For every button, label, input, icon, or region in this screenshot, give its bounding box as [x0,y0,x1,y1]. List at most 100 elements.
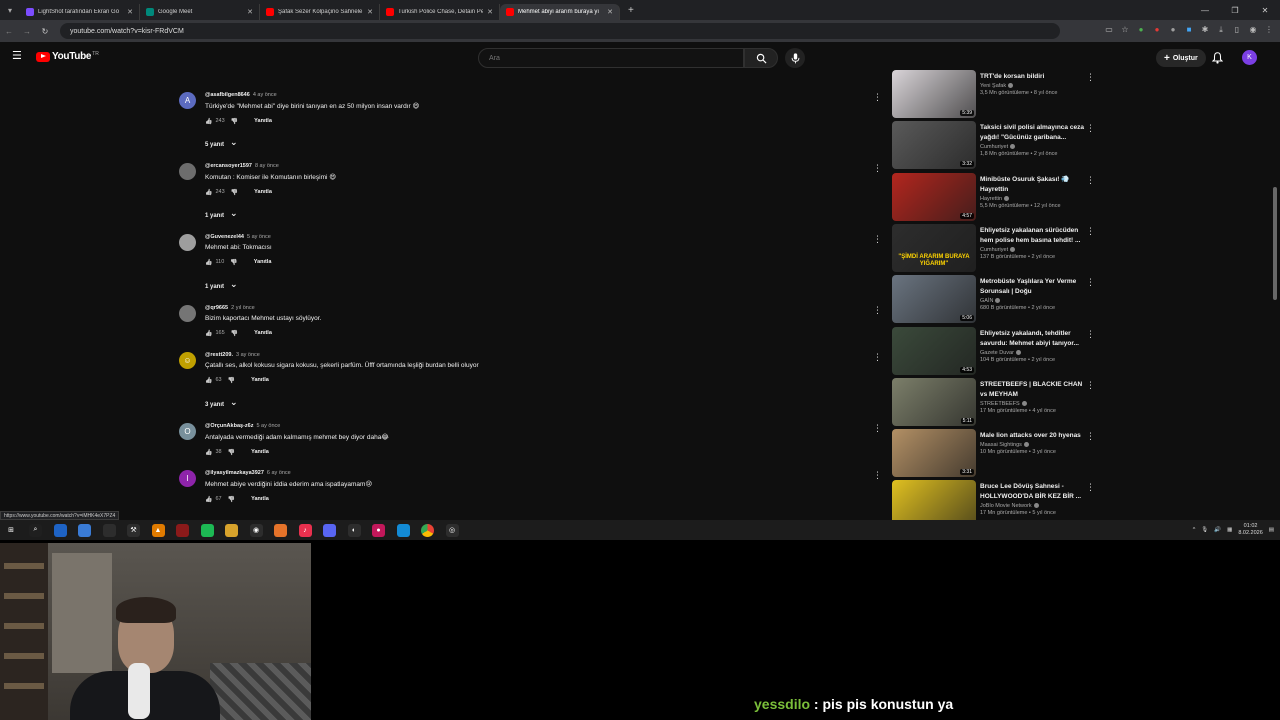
edge-icon[interactable] [396,523,410,537]
tab-close-icon[interactable]: ✕ [247,8,253,16]
video-menu-icon[interactable]: ⋮ [1086,380,1095,391]
browser-tab[interactable]: Google Meet ✕ [140,4,260,20]
comment-author[interactable]: @OrçunAkbaş-z6z [205,423,253,429]
sidepanel-icon[interactable]: ▯ [1232,23,1242,37]
video-card[interactable]: 5:39 TRT'de korsan bildiri Yeni Şafak 3,5 M… [892,70,1102,118]
download-icon[interactable]: ⤓ [1216,23,1226,37]
dislike-icon[interactable]: 👎 [228,377,235,384]
dislike-icon[interactable]: 👎 [231,189,238,196]
video-menu-icon[interactable]: ⋮ [1086,175,1095,186]
video-menu-icon[interactable]: ⋮ [1086,431,1095,442]
comment-author[interactable]: @Guvenezel44 [205,234,244,240]
video-card[interactable]: 5:06 Metrobüste Yaşlılara Yer Verme Sorun… [892,275,1102,324]
tab-close-icon[interactable]: ✕ [607,8,613,16]
like-icon[interactable]: 👍 [205,449,212,456]
comment-author[interactable]: @restt209. [205,352,233,358]
tab-close-icon[interactable]: ✕ [487,8,493,16]
like-icon[interactable]: 👍 [205,259,212,266]
replies-toggle[interactable]: 1 yanıt ⌄ [205,279,238,290]
scrollbar-thumb[interactable] [1273,187,1277,300]
channel-name[interactable]: Gazete Duvar [980,350,1014,356]
comment-time[interactable]: 8 ay önce [255,163,279,169]
avatar[interactable]: O [179,423,196,440]
video-menu-icon[interactable]: ⋮ [1086,72,1095,83]
search-input[interactable] [478,48,744,68]
create-button[interactable]: + Oluştur [1156,49,1206,67]
reply-button[interactable]: Yanıtla [251,449,269,455]
app3-icon[interactable] [274,523,287,537]
voice-search-button[interactable] [785,48,805,68]
extension-icon[interactable]: ● [1168,23,1178,37]
youtube-logo[interactable]: YouTube TR [36,51,99,62]
comment-time[interactable]: 6 ay önce [267,470,291,476]
reply-button[interactable]: Yanıtla [254,189,272,195]
calendar-icon[interactable] [102,523,116,537]
video-menu-icon[interactable]: ⋮ [1086,329,1095,340]
like-icon[interactable]: 👍 [205,189,212,196]
browser-tab[interactable]: Turkish Police Chase, Detain Pe ✕ [380,4,500,20]
tool-icon[interactable]: ⚒ [127,523,140,537]
chrome-icon[interactable] [421,523,434,537]
avatar[interactable] [179,234,196,251]
video-thumbnail[interactable]: 3:31 [892,429,976,478]
comment-menu-icon[interactable]: ⋮ [873,234,882,245]
video-card[interactable]: 5:11 STREETBEEFS | BLACKIE CHAN vs MEYHAM… [892,377,1102,426]
comment-menu-icon[interactable]: ⋮ [873,423,882,434]
page-scrollbar[interactable] [1272,72,1278,540]
avatar[interactable] [179,163,196,180]
video-title[interactable]: Male lion attacks over 20 hyenas [980,431,1088,441]
comment-time[interactable]: 4 ay önce [253,92,277,98]
maximize-icon[interactable]: ❐ [1220,6,1250,15]
discord-icon[interactable] [323,523,336,537]
reply-button[interactable]: Yanıtla [254,330,272,336]
video-thumbnail[interactable]: 4:53 [892,326,976,375]
avatar[interactable]: A [179,92,196,109]
video-menu-icon[interactable]: ⋮ [1086,226,1095,237]
minimize-icon[interactable]: — [1190,6,1220,15]
comment-author[interactable]: @ilyasyilmazkaya3927 [205,470,264,476]
video-title[interactable]: Minibüste Osuruk Şakası! 💨 Hayrettin [980,175,1088,195]
channel-name[interactable]: Cumhuriyet [980,144,1008,150]
comment-author[interactable]: @asafbilgen8646 [205,92,250,98]
like-icon[interactable]: 👍 [205,118,212,125]
channel-name[interactable]: Yeni Şafak [980,83,1006,89]
video-title[interactable]: Bruce Lee Dövüş Sahnesi - HOLLYWOOD'DA B… [980,482,1088,502]
extension-icon[interactable]: ● [1152,23,1162,37]
windows-start-icon[interactable]: ⊞ [5,524,18,537]
spotify-icon[interactable] [200,523,214,537]
profile-icon[interactable]: ◉ [1248,23,1258,37]
tab-close-icon[interactable]: ✕ [367,8,373,16]
browser-tab[interactable]: Mehmet abiyi ararım buraya yı ✕ [500,4,620,20]
reply-button[interactable]: Yanıtla [254,259,272,265]
dislike-icon[interactable]: 👎 [228,496,235,503]
app4-icon[interactable]: ● [372,523,385,537]
channel-name[interactable]: Hayrettin [980,196,1002,202]
video-menu-icon[interactable]: ⋮ [1086,482,1095,493]
forward-icon[interactable]: → [18,27,36,36]
bookmark-star-icon[interactable]: ☆ [1120,23,1130,37]
video-thumbnail[interactable]: 5:06 [892,275,976,324]
menu-icon[interactable]: ☰ [12,51,22,62]
video-title[interactable]: Taksici sivil polisi almayınca ceza yağd… [980,123,1088,143]
avatar[interactable]: ☺ [179,352,196,369]
channel-name[interactable]: Maasai Sightings [980,442,1022,448]
comment-menu-icon[interactable]: ⋮ [873,470,882,481]
video-title[interactable]: TRT'de korsan bildiri [980,72,1088,82]
video-card[interactable]: "ŞİMDİ ARARIM BURAYA YIĞARIM" Ehliyetsiz … [892,223,1102,272]
video-card[interactable]: 3:32 Taksici sivil polisi almayınca ceza … [892,121,1102,170]
video-menu-icon[interactable]: ⋮ [1086,123,1095,134]
notifications-button[interactable] [1211,51,1224,69]
avatar[interactable]: I [179,470,196,487]
channel-name[interactable]: JoBlo Movie Network [980,503,1032,509]
dislike-icon[interactable]: 👎 [230,259,237,266]
comment-time[interactable]: 5 ay önce [256,423,280,429]
notification-center-icon[interactable]: ▤ [1269,527,1274,533]
channel-name[interactable]: GAİN [980,298,993,304]
tab-search-icon[interactable]: ▾ [0,0,20,20]
comment-menu-icon[interactable]: ⋮ [873,352,882,363]
replies-toggle[interactable]: 5 yanıt ⌄ [205,137,238,148]
video-thumbnail[interactable] [892,480,976,520]
vlc-icon[interactable]: ▲ [151,523,165,537]
like-icon[interactable]: 👍 [205,330,212,337]
folder-icon[interactable] [225,523,238,537]
